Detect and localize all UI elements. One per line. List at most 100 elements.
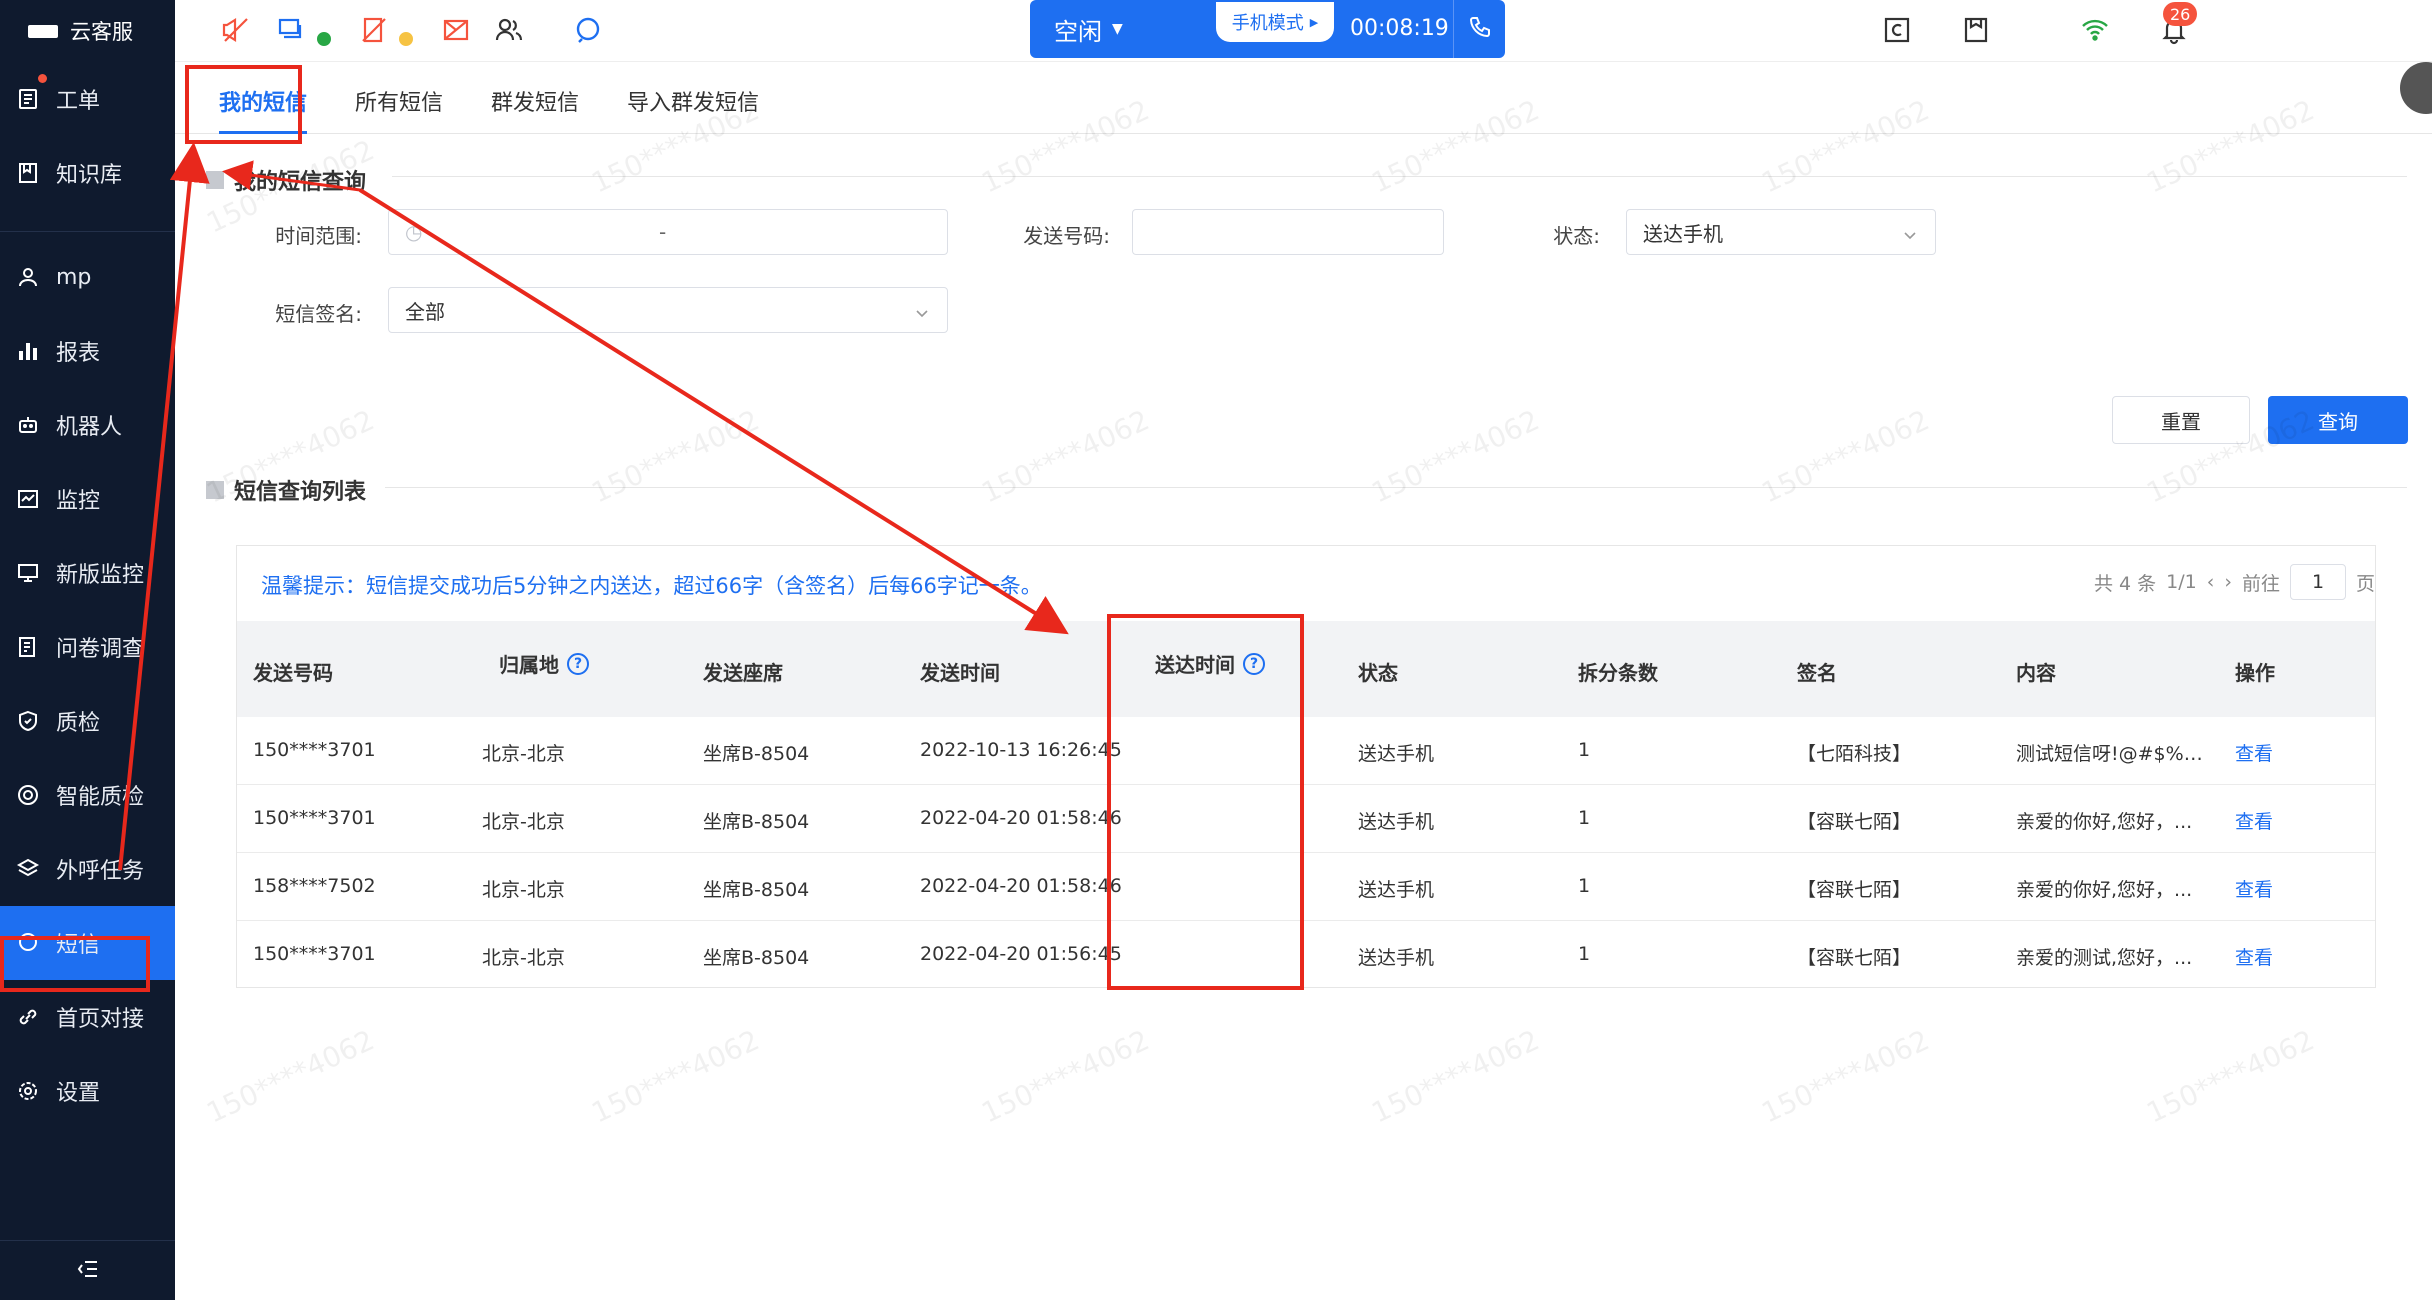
list-section-label: 短信查询列表 xyxy=(234,480,367,505)
status-select[interactable]: 送达手机 xyxy=(1626,209,1936,255)
tab-import-bulk-sms[interactable]: 导入群发短信 xyxy=(603,85,783,133)
c-icon[interactable] xyxy=(1881,14,1913,46)
view-link[interactable]: 查看 xyxy=(2235,875,2273,902)
watermark: 150****4062 xyxy=(1366,403,1545,510)
pagination: 共 4 条 1/1 ‹ › 前往 1 页 xyxy=(2094,564,2375,600)
sidebar-item-robot[interactable]: 机器人 xyxy=(0,388,175,462)
brand-logo xyxy=(28,24,58,38)
sidebar-item-label: mp xyxy=(56,264,92,290)
pagination-goto-label: 前往 xyxy=(2241,572,2280,595)
sidebar-item-ticket[interactable]: 工单 xyxy=(0,62,175,136)
view-link[interactable]: 查看 xyxy=(2235,943,2273,970)
help-icon[interactable]: ? xyxy=(567,652,589,675)
mail-blocked-icon[interactable] xyxy=(440,14,472,46)
agent-status-dropdown[interactable]: 空闲 ▼ xyxy=(1030,12,1220,47)
time-range-picker[interactable]: ◷ - xyxy=(388,209,948,255)
pagination-pages: 1/1 xyxy=(2166,571,2197,593)
caret-down-icon: ▼ xyxy=(1112,21,1123,37)
cell-parts: 1 xyxy=(1578,739,1591,761)
cell-status: 送达手机 xyxy=(1358,811,1435,833)
caret-right-icon: ▶ xyxy=(1309,15,1319,29)
cell-number: 150****3701 xyxy=(253,807,376,829)
bookmark-icon[interactable] xyxy=(1960,14,1992,46)
sidebar-item-label: 工单 xyxy=(56,89,101,114)
column-header: 状态 xyxy=(1358,661,1398,685)
book-icon xyxy=(16,161,40,185)
query-button[interactable]: 查询 xyxy=(2268,396,2408,444)
sidebar-item-label: 新版监控 xyxy=(56,563,145,588)
cell-region: 北京-北京 xyxy=(482,811,565,833)
watermark: 150****4062 xyxy=(586,403,765,510)
sidebar-item-outbound[interactable]: 外呼任务 xyxy=(0,832,175,906)
watermark: 150****4062 xyxy=(2141,1023,2320,1130)
prev-page-icon[interactable]: ‹ xyxy=(2207,571,2215,593)
layers-icon xyxy=(16,857,40,881)
sidebar-item-mp[interactable]: mp xyxy=(0,240,175,314)
cell-agent: 坐席B-8504 xyxy=(703,743,810,765)
sidebar-item-survey[interactable]: 问卷调查 xyxy=(0,610,175,684)
phone-mode-toggle[interactable]: 手机模式 ▶ xyxy=(1216,2,1334,42)
sidebar-item-new-monitor[interactable]: 新版监控 xyxy=(0,536,175,610)
sidebar-item-reports[interactable]: 报表 xyxy=(0,314,175,388)
cell-agent: 坐席B-8504 xyxy=(703,947,810,969)
sidebar-item-smart-qc[interactable]: 智能质检 xyxy=(0,758,175,832)
robot-icon xyxy=(16,413,40,437)
status-label: 状态: xyxy=(1553,224,1600,248)
page-number-input[interactable]: 1 xyxy=(2289,564,2346,600)
phone-button[interactable] xyxy=(1453,0,1505,58)
chat-icon[interactable] xyxy=(275,14,307,46)
reset-button[interactable]: 重置 xyxy=(2112,396,2250,444)
contacts-icon[interactable] xyxy=(493,14,525,46)
monitor-icon xyxy=(16,487,40,511)
sidebar-item-settings[interactable]: 设置 xyxy=(0,1054,175,1128)
time-range-label: 时间范围: xyxy=(275,224,362,248)
phone-icon xyxy=(1468,15,1492,43)
signature-select[interactable]: 全部 xyxy=(388,287,948,333)
user-icon xyxy=(16,265,40,289)
watermark: 150****4062 xyxy=(1756,1023,1935,1130)
sidebar-item-monitor[interactable]: 监控 xyxy=(0,462,175,536)
tab-bulk-sms[interactable]: 群发短信 xyxy=(467,85,603,133)
column-header: 归属地? xyxy=(499,649,589,678)
sidebar-item-knowledge[interactable]: 知识库 xyxy=(0,136,175,210)
signature-select-value: 全部 xyxy=(405,299,445,324)
shield-icon xyxy=(16,709,40,733)
collapse-sidebar-button[interactable] xyxy=(0,1240,175,1300)
view-link[interactable]: 查看 xyxy=(2235,807,2273,834)
column-header: 签名 xyxy=(1797,661,1837,685)
cell-parts: 1 xyxy=(1578,807,1591,829)
sidebar-item-label: 外呼任务 xyxy=(56,859,145,884)
cell-parts: 1 xyxy=(1578,943,1591,965)
sidebar: 云客服 工单 知识库 mp 报表 机器人 监控 新版监控 问卷调查 质检 智能质… xyxy=(0,0,175,1300)
send-number-input[interactable] xyxy=(1132,209,1444,255)
next-page-icon[interactable]: › xyxy=(2224,571,2232,593)
table-row: 150****3701 北京-北京 坐席B-8504 2022-10-13 16… xyxy=(237,717,2375,785)
clock-icon: ◷ xyxy=(405,220,423,244)
call-status-bar: 空闲 ▼ 手机模式 ▶ 00:08:19 xyxy=(1030,0,1505,58)
cell-send-time: 2022-04-20 01:58:46 xyxy=(920,875,1122,897)
target-icon xyxy=(16,783,40,807)
signature-label: 短信签名: xyxy=(275,302,362,326)
cell-content: 亲爱的你好,您好，... xyxy=(2016,879,2193,901)
brand: 云客服 xyxy=(0,0,175,62)
watermark: 150****4062 xyxy=(976,403,1155,510)
sidebar-item-qc[interactable]: 质检 xyxy=(0,684,175,758)
column-header: 操作 xyxy=(2235,661,2275,685)
column-header: 拆分条数 xyxy=(1578,661,1658,685)
sidebar-item-label: 设置 xyxy=(56,1081,101,1106)
sidebar-item-label: 知识库 xyxy=(56,163,123,188)
phone-mode-label: 手机模式 xyxy=(1231,13,1304,34)
call-forbidden-icon[interactable] xyxy=(358,14,390,46)
column-header-label: 归属地 xyxy=(499,653,559,677)
cell-region: 北京-北京 xyxy=(482,743,565,765)
sidebar-item-label: 报表 xyxy=(56,341,101,366)
mute-icon[interactable] xyxy=(220,14,252,46)
watermark: 150****4062 xyxy=(201,1023,380,1130)
screen-icon xyxy=(16,561,40,585)
cell-content: 亲爱的测试,您好，... xyxy=(2016,947,2193,969)
query-section-title: 我的短信查询 xyxy=(206,164,366,196)
customer-service-icon[interactable] xyxy=(572,14,604,46)
tab-all-sms[interactable]: 所有短信 xyxy=(331,85,467,133)
sidebar-item-label: 监控 xyxy=(56,489,101,514)
view-link[interactable]: 查看 xyxy=(2235,739,2273,766)
